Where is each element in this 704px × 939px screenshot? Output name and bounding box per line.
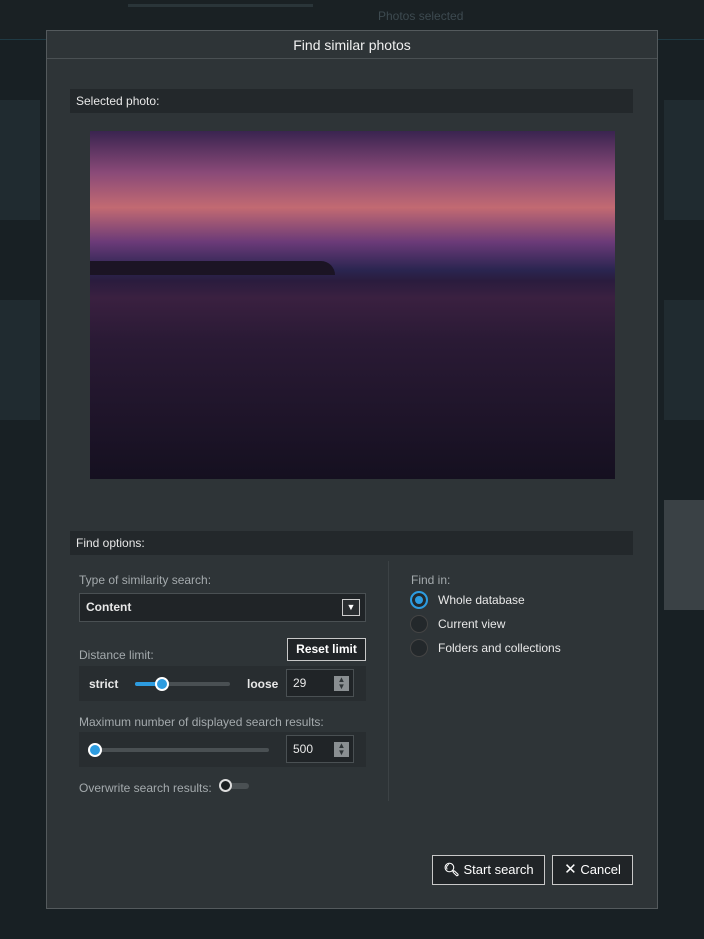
search-icon: 🔍︎ [443, 862, 460, 877]
background-thumbnail [664, 300, 704, 420]
similarity-type-label: Type of similarity search: [79, 573, 212, 587]
distance-slider[interactable] [135, 677, 230, 691]
distance-value: 29 [293, 676, 307, 690]
max-results-label: Maximum number of displayed search resul… [79, 715, 324, 729]
close-icon: ✕ [564, 861, 577, 878]
background-thumbnail [664, 100, 704, 220]
radio-label: Folders and collections [438, 641, 561, 655]
selected-photo-header: Selected photo: [70, 89, 633, 113]
max-results-row: 500 ▲ ▼ [79, 732, 366, 767]
selected-photo [90, 131, 615, 479]
distance-limit-row: strict loose 29 ▲ ▼ [79, 666, 366, 701]
distance-spinbox[interactable]: 29 ▲ ▼ [286, 669, 354, 697]
radio-label: Current view [438, 617, 506, 631]
max-results-slider-handle[interactable] [88, 743, 102, 757]
cancel-button[interactable]: ✕ Cancel [552, 855, 633, 885]
distance-slider-handle[interactable] [154, 677, 169, 691]
overwrite-toggle[interactable] [219, 779, 249, 792]
similarity-type-select[interactable]: Content ▼ [79, 593, 366, 622]
background-thumbnail [664, 500, 704, 610]
strict-label: strict [89, 677, 119, 691]
spin-arrows-icon[interactable]: ▲ ▼ [334, 676, 349, 691]
distance-limit-label: Distance limit: [79, 648, 154, 662]
background-thumbnail [0, 300, 40, 420]
column-divider [388, 561, 389, 801]
overwrite-label: Overwrite search results: [79, 781, 212, 795]
background-zoom-slider [128, 4, 313, 7]
spin-arrows-icon[interactable]: ▲ ▼ [334, 742, 349, 757]
find-options-header: Find options: [70, 531, 633, 555]
radio-label: Whole database [438, 593, 525, 607]
find-in-label: Find in: [411, 573, 451, 587]
cancel-label: Cancel [580, 862, 621, 877]
max-results-slider[interactable] [88, 743, 269, 757]
photos-selected-text: Photos selected [378, 9, 464, 23]
radio-current-view[interactable]: Current view [410, 615, 505, 635]
start-search-button[interactable]: 🔍︎ Start search [432, 855, 545, 885]
chevron-down-icon[interactable]: ▼ [342, 599, 360, 616]
max-results-value: 500 [293, 742, 314, 756]
background-thumbnail [0, 100, 40, 220]
radio-folders-collections[interactable]: Folders and collections [410, 639, 561, 659]
find-similar-dialog: Find similar photos Selected photo: Find… [46, 30, 658, 909]
radio-whole-database[interactable]: Whole database [410, 591, 525, 611]
max-results-spinbox[interactable]: 500 ▲ ▼ [286, 735, 354, 763]
loose-label: loose [247, 677, 279, 691]
start-search-label: Start search [463, 862, 534, 877]
similarity-type-value: Content [86, 600, 132, 614]
dialog-title: Find similar photos [47, 31, 657, 59]
reset-limit-button[interactable]: Reset limit [287, 638, 366, 661]
